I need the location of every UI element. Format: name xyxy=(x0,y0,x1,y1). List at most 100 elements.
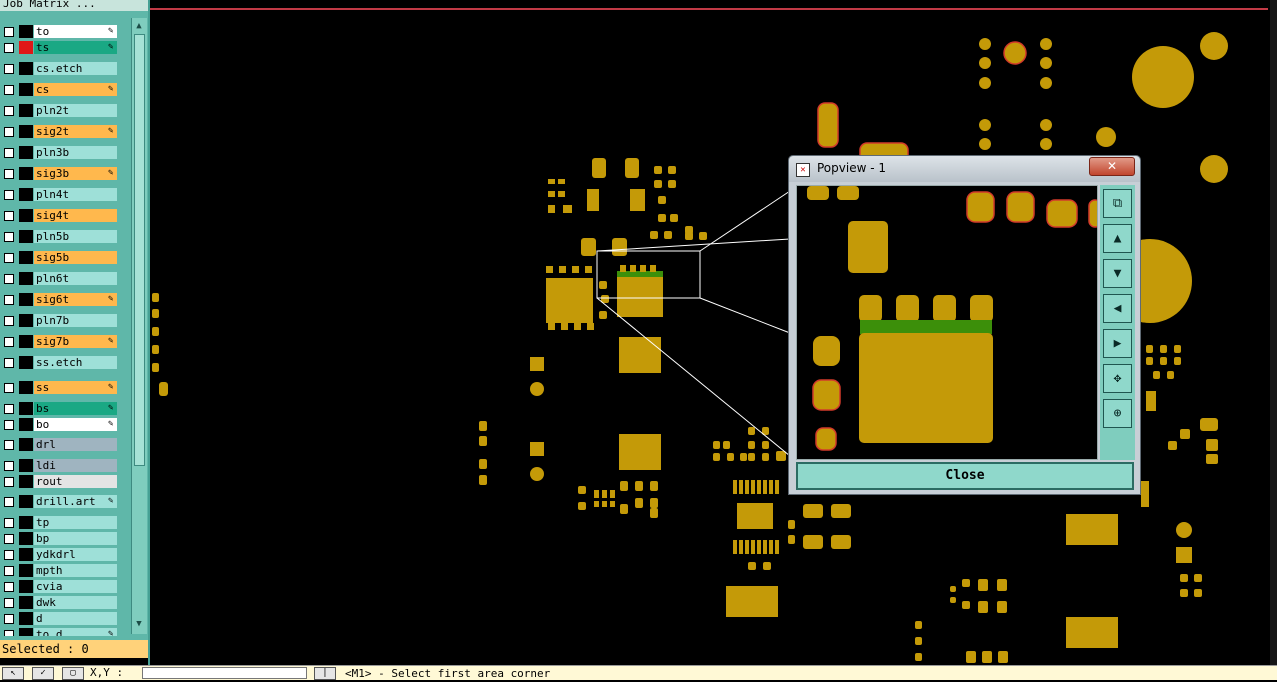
pan-left-icon[interactable]: ◀ xyxy=(1103,294,1132,323)
layer-color-swatch[interactable] xyxy=(19,532,33,545)
layer-row[interactable]: pln2t xyxy=(0,103,120,118)
layer-row[interactable]: bo ✎ xyxy=(0,417,120,432)
layer-row[interactable]: drill.art ✎ xyxy=(0,494,120,509)
layer-checkbox[interactable] xyxy=(4,253,14,263)
layer-row[interactable]: sig5b xyxy=(0,250,120,265)
layer-color-swatch[interactable] xyxy=(19,381,33,394)
layer-color-swatch[interactable] xyxy=(19,25,33,38)
layer-row[interactable]: d xyxy=(0,611,120,626)
layer-color-swatch[interactable] xyxy=(19,356,33,369)
layer-checkbox[interactable] xyxy=(4,64,14,74)
layer-checkbox[interactable] xyxy=(4,316,14,326)
layer-checkbox[interactable] xyxy=(4,295,14,305)
layer-color-swatch[interactable] xyxy=(19,564,33,577)
popview-zoom-view[interactable] xyxy=(796,185,1098,460)
layer-row[interactable]: pln3b xyxy=(0,145,120,160)
layer-name[interactable]: pln4t xyxy=(34,188,117,201)
layer-name[interactable]: pln3b xyxy=(34,146,117,159)
layer-name[interactable]: cs.etch xyxy=(34,62,117,75)
layer-name[interactable]: cs xyxy=(34,83,117,96)
zoom-out-icon[interactable]: ⊕ xyxy=(1103,399,1132,428)
layer-checkbox[interactable] xyxy=(4,85,14,95)
layer-color-swatch[interactable] xyxy=(19,495,33,508)
layer-color-swatch[interactable] xyxy=(19,62,33,75)
layer-color-swatch[interactable] xyxy=(19,335,33,348)
layer-name[interactable]: pln5b xyxy=(34,230,117,243)
layer-name[interactable]: sig6t xyxy=(34,293,117,306)
layer-name[interactable]: cvia xyxy=(34,580,117,593)
layer-row[interactable]: pln6t xyxy=(0,271,120,286)
layer-name[interactable]: pln6t xyxy=(34,272,117,285)
layer-name[interactable]: tp xyxy=(34,516,117,529)
popview-close-button[interactable]: Close xyxy=(796,462,1134,490)
layer-name[interactable]: mpth xyxy=(34,564,117,577)
scroll-up-icon[interactable]: ▲ xyxy=(133,20,145,32)
layer-color-swatch[interactable] xyxy=(19,146,33,159)
layer-name[interactable]: sig7b xyxy=(34,335,117,348)
layer-name[interactable]: sig3b xyxy=(34,167,117,180)
layer-color-swatch[interactable] xyxy=(19,41,33,54)
check-tool-icon[interactable]: ✓ xyxy=(32,667,54,680)
scroll-down-icon[interactable]: ▼ xyxy=(133,618,145,630)
popview-titlebar[interactable]: ✕ Popview - 1 ✕ xyxy=(789,156,1140,182)
layer-checkbox[interactable] xyxy=(4,274,14,284)
layer-row[interactable]: to.d ✎ xyxy=(0,627,120,636)
layer-name[interactable]: pln2t xyxy=(34,104,117,117)
layer-checkbox[interactable] xyxy=(4,211,14,221)
layer-name[interactable]: to.d xyxy=(34,628,117,636)
layer-color-swatch[interactable] xyxy=(19,209,33,222)
pan-right-icon[interactable]: ▶ xyxy=(1103,329,1132,358)
layer-name[interactable]: sig5b xyxy=(34,251,117,264)
layer-checkbox[interactable] xyxy=(4,43,14,53)
layer-name[interactable]: dwk xyxy=(34,596,117,609)
layer-checkbox[interactable] xyxy=(4,582,14,592)
layer-row[interactable]: cs ✎ xyxy=(0,82,120,97)
layer-checkbox[interactable] xyxy=(4,232,14,242)
layer-checkbox[interactable] xyxy=(4,440,14,450)
layer-color-swatch[interactable] xyxy=(19,314,33,327)
layer-row[interactable]: sig3b ✎ xyxy=(0,166,120,181)
layer-color-swatch[interactable] xyxy=(19,475,33,488)
layer-row[interactable]: ydkdrl xyxy=(0,547,120,562)
layer-checkbox[interactable] xyxy=(4,420,14,430)
window-close-button[interactable]: ✕ xyxy=(1089,157,1135,176)
layer-row[interactable]: drl xyxy=(0,437,120,452)
right-scroll-edge[interactable] xyxy=(1270,0,1277,665)
layer-checkbox[interactable] xyxy=(4,497,14,507)
layer-checkbox[interactable] xyxy=(4,461,14,471)
layer-row[interactable]: tp xyxy=(0,515,120,530)
layer-checkbox[interactable] xyxy=(4,598,14,608)
layer-name[interactable]: bo xyxy=(34,418,117,431)
layer-checkbox[interactable] xyxy=(4,518,14,528)
layer-row[interactable]: ss.etch xyxy=(0,355,120,370)
zoom-in-icon[interactable]: ✥ xyxy=(1103,364,1132,393)
layer-checkbox[interactable] xyxy=(4,477,14,487)
layer-name[interactable]: sig2t xyxy=(34,125,117,138)
layer-row[interactable]: cvia xyxy=(0,579,120,594)
layer-checkbox[interactable] xyxy=(4,383,14,393)
layer-row[interactable]: pln4t xyxy=(0,187,120,202)
layer-row[interactable]: ldi xyxy=(0,458,120,473)
layer-color-swatch[interactable] xyxy=(19,516,33,529)
layer-checkbox[interactable] xyxy=(4,404,14,414)
layer-checkbox[interactable] xyxy=(4,27,14,37)
layer-row[interactable]: sig7b ✎ xyxy=(0,334,120,349)
layer-row[interactable]: sig6t ✎ xyxy=(0,292,120,307)
layer-name[interactable]: pln7b xyxy=(34,314,117,327)
layer-row[interactable]: rout xyxy=(0,474,120,489)
layer-name[interactable]: bp xyxy=(34,532,117,545)
layer-checkbox[interactable] xyxy=(4,337,14,347)
layer-name[interactable]: drl xyxy=(34,438,117,451)
layer-color-swatch[interactable] xyxy=(19,104,33,117)
layer-row[interactable]: cs.etch xyxy=(0,61,120,76)
layer-row[interactable]: ts ✎ xyxy=(0,40,120,55)
layer-checkbox[interactable] xyxy=(4,630,14,636)
layer-name[interactable]: to xyxy=(34,25,117,38)
layer-list-scrollbar[interactable]: ▲ ▼ xyxy=(131,18,147,634)
layer-row[interactable]: to ✎ xyxy=(0,24,120,39)
layer-name[interactable]: bs xyxy=(34,402,117,415)
layer-color-swatch[interactable] xyxy=(19,402,33,415)
xy-input[interactable] xyxy=(142,667,307,679)
layer-checkbox[interactable] xyxy=(4,358,14,368)
layer-name[interactable]: ts xyxy=(34,41,117,54)
